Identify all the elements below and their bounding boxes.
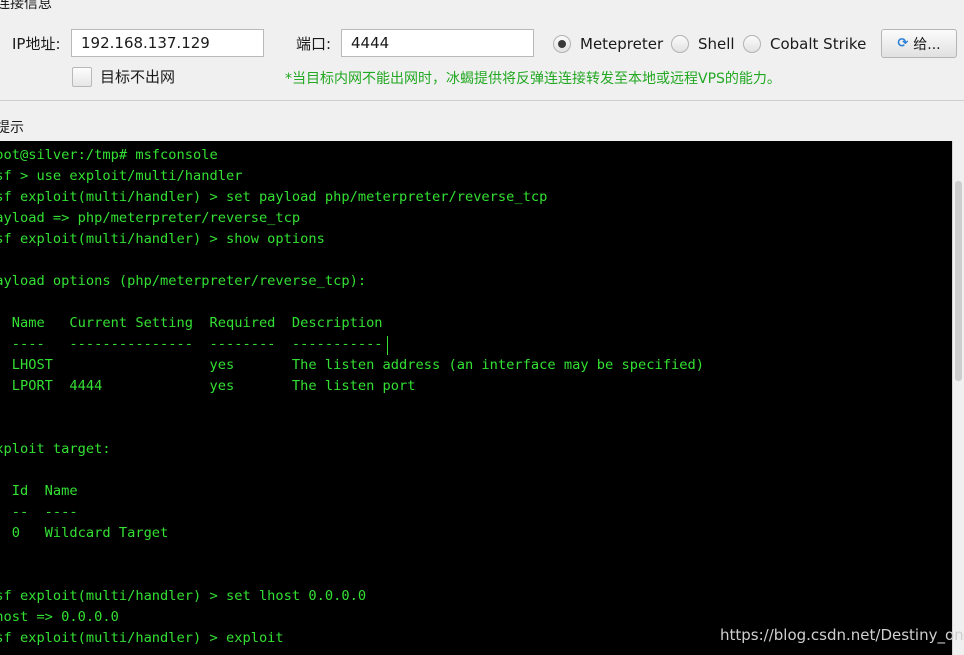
terminal-line: msf exploit(multi/handler) > exploit	[0, 630, 284, 646]
terminal-output[interactable]: root@silver:/tmp# msfconsole msf > use ex…	[0, 141, 952, 655]
terminal-line: LPORT 4444 yes The listen port	[0, 378, 416, 394]
terminal-line: Id Name	[11, 483, 78, 499]
terminal-line: ---- --------------- -------- ----------…	[0, 336, 383, 352]
terminal-line: msf > use exploit/multi/handler	[0, 168, 243, 184]
radio-cobalt-strike-label[interactable]: Cobalt Strike	[770, 34, 866, 54]
terminal-line: msf exploit(multi/handler) > show option…	[0, 231, 325, 247]
radio-metepreter[interactable]	[553, 35, 571, 53]
port-label: 端口:	[296, 35, 332, 53]
terminal-line: Payload options (php/meterpreter/reverse…	[0, 273, 367, 289]
terminal-line: 0 Wildcard Target	[0, 525, 169, 541]
terminal-line: Name Current Setting Required Descriptio…	[0, 315, 383, 331]
generate-button[interactable]: ⟳ 给...	[881, 29, 957, 58]
terminal-line: root@silver:/tmp# msfconsole	[0, 147, 218, 163]
connection-panel: 连接信息 IP地址: 端口: Metepreter Shell Cobalt S…	[0, 0, 964, 101]
terminal-line: msf exploit(multi/handler) > set lhost 0…	[0, 588, 367, 604]
terminal-line: lhost => 0.0.0.0	[0, 609, 119, 625]
refresh-icon: ⟳	[897, 36, 909, 51]
text-cursor	[387, 336, 388, 355]
terminal-scrollbar[interactable]	[952, 141, 964, 655]
generate-button-label: 给...	[913, 36, 941, 53]
watermark: https://blog.csdn.net/Destiny_one	[720, 626, 964, 644]
radio-shell-label[interactable]: Shell	[698, 34, 735, 54]
radio-cobalt-strike[interactable]	[743, 35, 761, 53]
port-input[interactable]	[341, 29, 534, 57]
terminal-lines: root@silver:/tmp# msfconsole msf > use ex…	[0, 145, 704, 649]
hint-text: *当目标内网不能出网时，冰蝎提供将反弹连连接转发至本地或远程VPS的能力。	[285, 71, 781, 87]
terminal-line: LHOST yes The listen address (an interfa…	[0, 357, 704, 373]
no-internet-checkbox[interactable]	[72, 67, 92, 87]
no-internet-label[interactable]: 目标不出网	[100, 67, 175, 87]
terminal-line: msf exploit(multi/handler) > set payload…	[0, 189, 548, 205]
ip-label: IP地址:	[12, 35, 61, 53]
terminal-panel-title: 提示	[0, 120, 24, 136]
terminal-line: -- ----	[11, 504, 78, 520]
terminal-line: Exploit target:	[0, 441, 111, 457]
radio-metepreter-label[interactable]: Metepreter	[580, 34, 663, 54]
radio-shell[interactable]	[671, 35, 689, 53]
scrollbar-thumb[interactable]	[955, 181, 962, 381]
ip-input[interactable]	[71, 29, 264, 57]
terminal-line: payload => php/meterpreter/reverse_tcp	[0, 210, 301, 226]
connection-panel-title: 连接信息	[0, 0, 52, 12]
